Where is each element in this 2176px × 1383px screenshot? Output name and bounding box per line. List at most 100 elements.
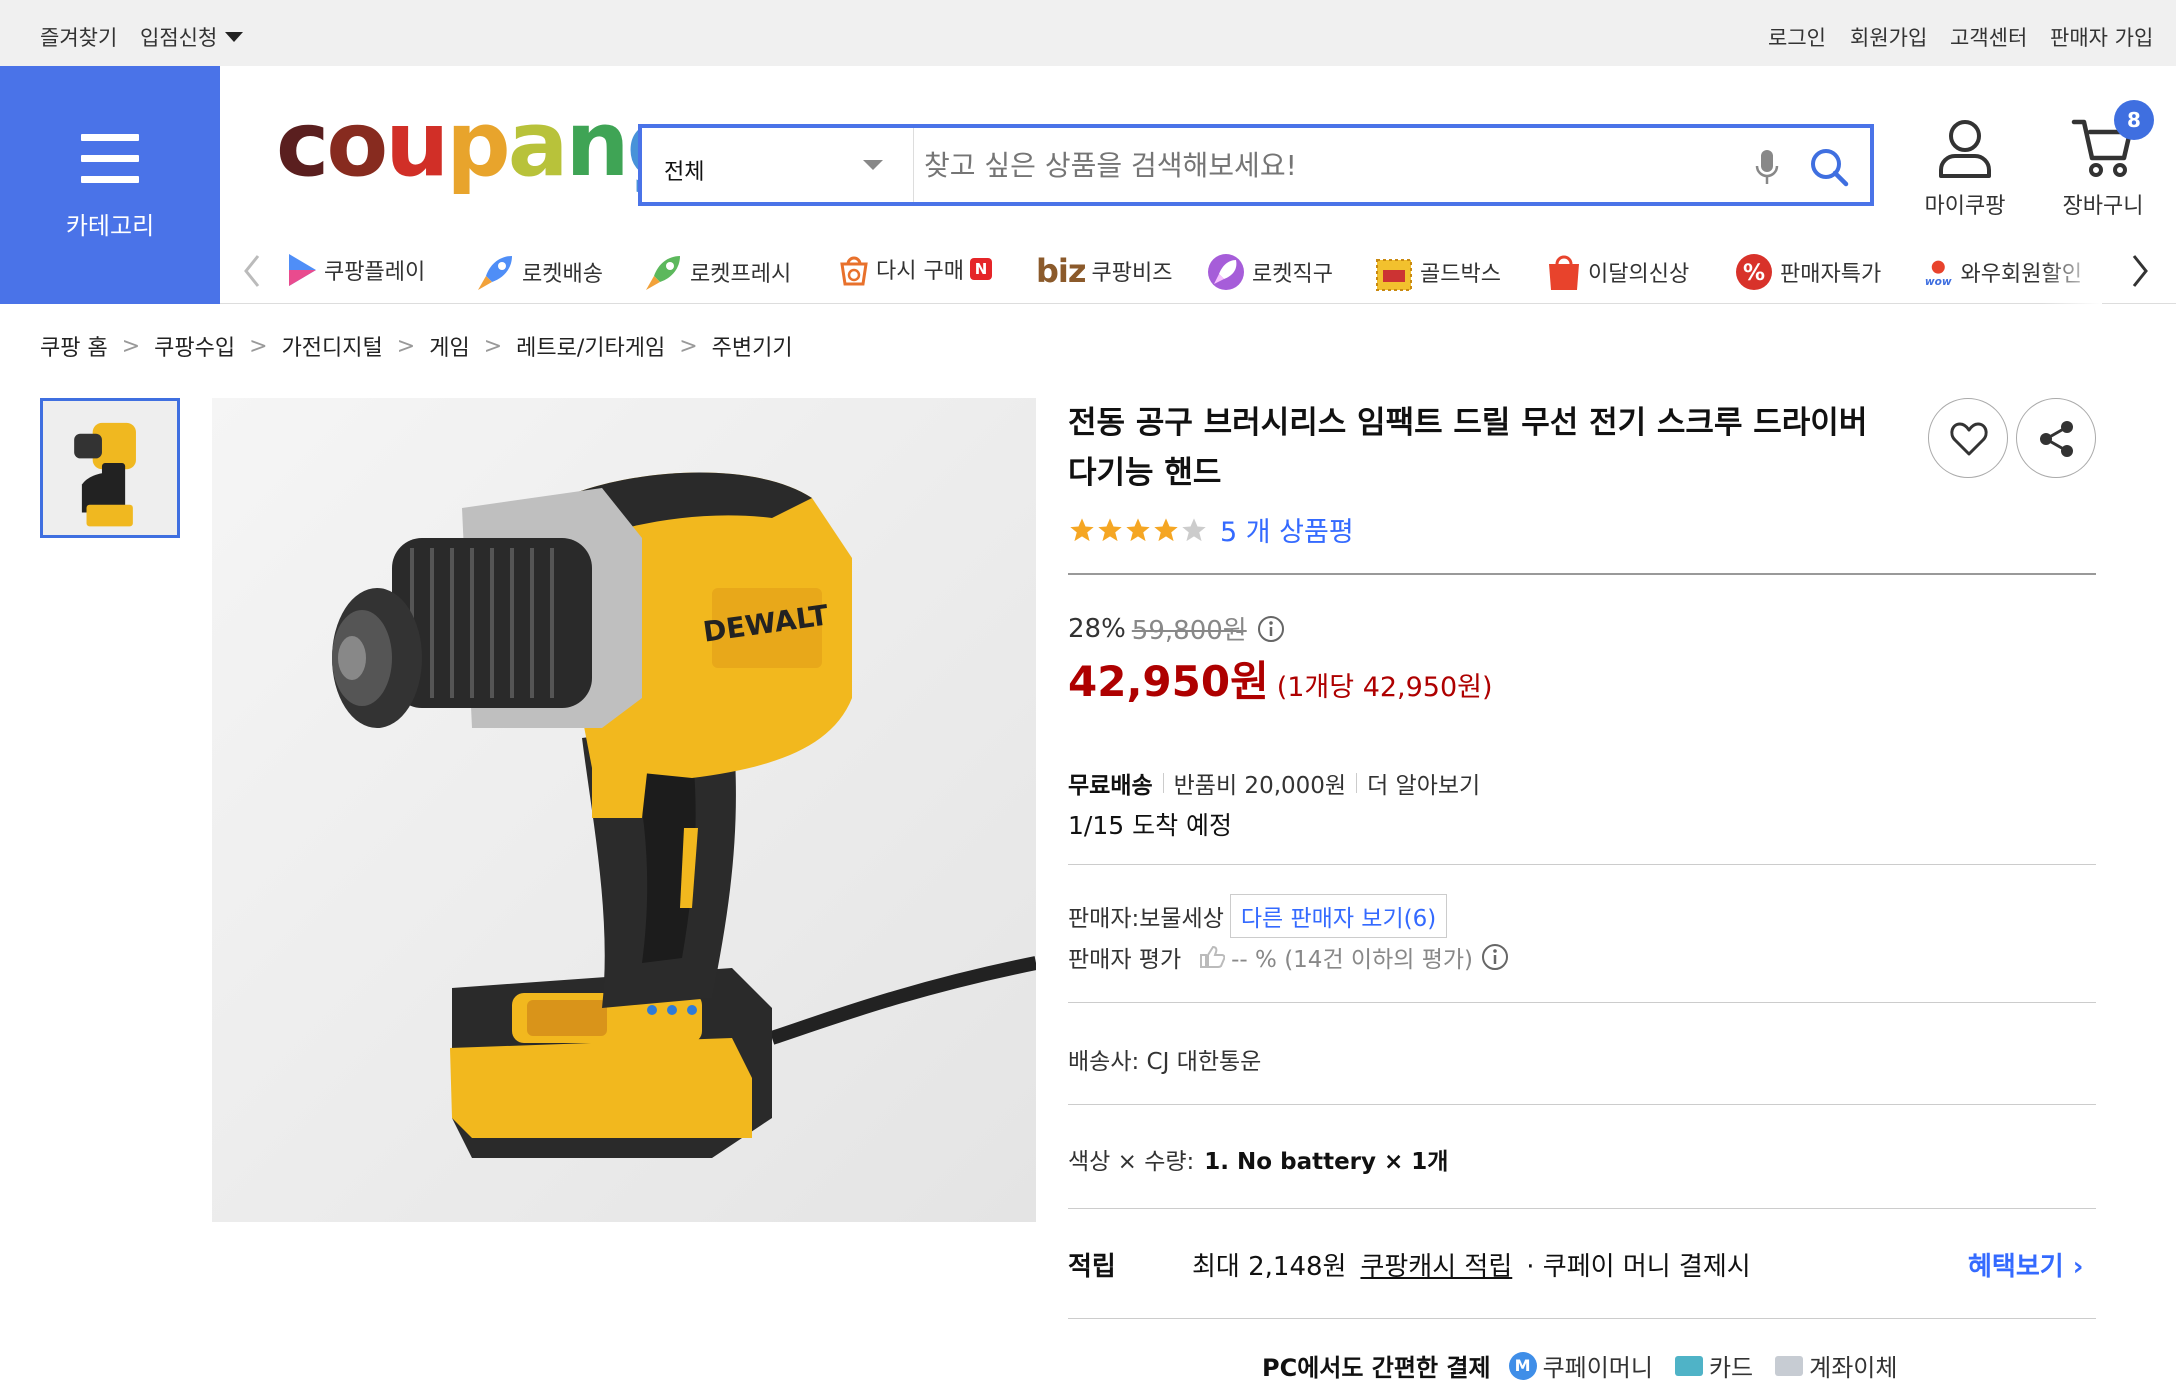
breadcrumb-item[interactable]: 게임 xyxy=(429,330,469,362)
breadcrumb-item[interactable]: 레트로/기타게임 xyxy=(516,330,665,362)
reward-condition: · 쿠페이 머니 결제시 xyxy=(1526,1252,1751,1282)
nav-fade xyxy=(2042,244,2102,304)
thumbs-up-icon xyxy=(1200,945,1226,968)
return-fee: 반품비 20,000원 xyxy=(1173,773,1347,799)
seller-row: 판매자: 보물세상 다른 판매자 보기(6) xyxy=(1068,894,1448,938)
nav-label: 다시 구매 xyxy=(876,259,964,284)
microphone-icon[interactable] xyxy=(1754,148,1780,188)
other-sellers-button[interactable]: 다른 판매자 보기(6) xyxy=(1229,894,1448,938)
star-icon xyxy=(1070,517,1094,541)
logo-letter: c xyxy=(276,92,329,197)
reward-label: 적립 xyxy=(1068,1252,1116,1282)
search-icon[interactable] xyxy=(1808,146,1850,188)
learn-more-link[interactable]: 더 알아보기 xyxy=(1367,766,1480,800)
chevron-right-icon: > xyxy=(249,333,268,359)
card-icon xyxy=(1674,1355,1703,1376)
nav-label: 골드박스 xyxy=(1420,262,1501,287)
drill-product-image: DEWALT xyxy=(212,398,1036,1222)
divider xyxy=(1068,864,2096,865)
category-label: 카테고리 xyxy=(65,212,155,240)
share-button[interactable] xyxy=(2016,398,2096,478)
play-icon xyxy=(289,254,316,286)
original-price: 59,800원 xyxy=(1131,616,1247,646)
logo-letter: a xyxy=(507,92,569,197)
breadcrumb-item[interactable]: 쿠팡 홈 xyxy=(40,330,108,362)
option-row: 색상 × 수량: 1. No battery × 1개 xyxy=(1068,1142,1448,1176)
star-icon xyxy=(1098,517,1122,541)
login-link[interactable]: 로그인 xyxy=(1768,22,1826,52)
chevron-right-icon: > xyxy=(396,333,416,359)
review-count-link[interactable]: 5 개 상품평 xyxy=(1220,510,1354,549)
coupay-money-icon: M xyxy=(1508,1351,1537,1380)
rocket-fresh-icon xyxy=(646,256,680,290)
divider xyxy=(1068,1208,2096,1209)
benefit-more-link[interactable]: 혜택보기 › xyxy=(1968,1246,2083,1283)
seller-name[interactable]: 보물세상 xyxy=(1139,899,1224,933)
divider xyxy=(1068,1104,2096,1105)
caret-down-icon xyxy=(225,32,244,42)
nav-seller-deals[interactable]: % 판매자특가 xyxy=(1734,252,1881,292)
shipping-row: 무료배송 반품비 20,000원 더 알아보기 xyxy=(1068,766,1480,800)
nav-rocket-fresh[interactable]: 로켓프레시 xyxy=(644,252,791,292)
wishlist-button[interactable] xyxy=(1928,398,2008,478)
category-menu-button[interactable]: 카테고리 xyxy=(0,66,220,304)
store-apply-dropdown[interactable]: 입점신청 xyxy=(140,22,244,52)
product-thumbnail[interactable] xyxy=(40,398,180,538)
nav-label: 쿠팡비즈 xyxy=(1091,261,1173,286)
nav-new-arrivals[interactable]: 이달의신상 xyxy=(1546,252,1689,292)
divider xyxy=(1068,1002,2096,1003)
support-link[interactable]: 고객센터 xyxy=(1950,22,2027,52)
cart-button[interactable]: 장바구니 8 xyxy=(2050,100,2156,220)
chevron-right-icon[interactable] xyxy=(2130,254,2150,288)
nav-rocket-global[interactable]: 로켓직구 xyxy=(1206,252,1333,292)
search-input[interactable] xyxy=(924,136,1744,194)
separator xyxy=(1356,773,1358,793)
signup-link[interactable]: 회원가입 xyxy=(1850,22,1927,52)
divider xyxy=(1068,1318,2096,1319)
pay-method-transfer: 계좌이체 xyxy=(1809,1354,1898,1382)
divider xyxy=(1068,573,2096,575)
nav-coupang-play[interactable]: 쿠팡플레이 xyxy=(286,252,425,288)
share-icon xyxy=(2040,421,2073,457)
nav-coupang-biz[interactable]: biz 쿠팡비즈 xyxy=(1036,252,1172,290)
goldbox-icon xyxy=(1376,259,1412,291)
product-rating[interactable]: 5 개 상품평 xyxy=(1068,510,1354,549)
favorites-link[interactable]: 즐겨찾기 xyxy=(40,22,117,52)
breadcrumb-item[interactable]: 쿠팡수입 xyxy=(154,330,235,362)
pay-method-coupay: 쿠페이머니 xyxy=(1542,1354,1653,1382)
info-icon[interactable] xyxy=(1257,615,1285,643)
nav-label: 쿠팡플레이 xyxy=(324,260,426,285)
nav-rocket-delivery[interactable]: 로켓배송 xyxy=(476,252,603,292)
drill-thumbnail-image xyxy=(43,401,177,535)
top-utility-bar: 즐겨찾기 입점신청 로그인 회원가입 고객센터 판매자 가입 xyxy=(0,0,2176,66)
chevron-right-icon: > xyxy=(121,333,141,359)
seller-label: 판매자: xyxy=(1068,906,1140,932)
coupang-logo[interactable]: coupang xyxy=(276,100,691,190)
chevron-left-icon[interactable] xyxy=(242,254,262,288)
product-main-image[interactable]: DEWALT xyxy=(212,398,1036,1222)
breadcrumb-item[interactable]: 주변기기 xyxy=(712,330,793,362)
nav-goldbox[interactable]: 골드박스 xyxy=(1374,252,1501,292)
store-apply-label: 입점신청 xyxy=(140,26,218,50)
search-scope-select[interactable]: 전체 xyxy=(642,128,914,202)
seller-join-link[interactable]: 판매자 가입 xyxy=(2050,22,2153,52)
logo-letter: p xyxy=(446,92,510,197)
rebuy-icon xyxy=(840,256,868,286)
rocket-icon xyxy=(478,256,512,290)
logo-letter: n xyxy=(565,92,629,197)
breadcrumb: 쿠팡 홈 > 쿠팡수입 > 가전디지털 > 게임 > 레트로/기타게임 > 주변기기 xyxy=(40,330,793,362)
nav-rebuy[interactable]: 다시 구매 N xyxy=(838,252,992,286)
info-icon[interactable] xyxy=(1481,943,1509,971)
bank-transfer-icon xyxy=(1775,1355,1804,1376)
chevron-right-icon: > xyxy=(679,333,698,359)
star-icon xyxy=(1126,517,1150,541)
carrier-row: 배송사: CJ 대한통운 xyxy=(1068,1049,1262,1075)
new-badge: N xyxy=(969,258,992,280)
price-original-row: 28% 59,800원 xyxy=(1068,610,1285,647)
breadcrumb-item[interactable]: 가전디지털 xyxy=(282,330,383,362)
chevron-down-icon xyxy=(863,160,883,170)
pc-payment-row: PC에서도 간편한 결제 M 쿠페이머니 카드 계좌이체 xyxy=(1262,1348,1897,1383)
coupang-cash-link[interactable]: 쿠팡캐시 적립 xyxy=(1360,1246,1512,1283)
my-coupang-button[interactable]: 마이쿠팡 xyxy=(1912,116,2018,220)
option-value: 1. No battery × 1개 xyxy=(1204,1149,1449,1175)
